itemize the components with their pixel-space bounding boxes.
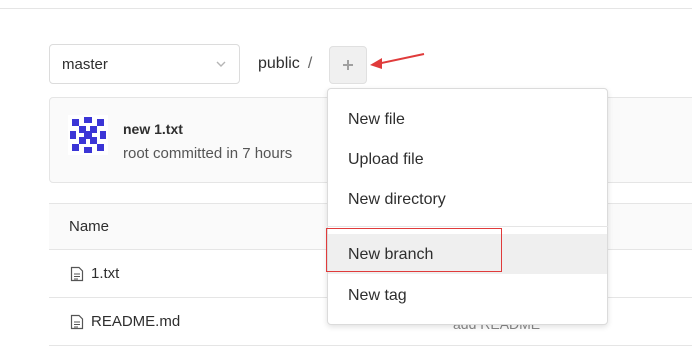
menu-divider — [327, 226, 608, 227]
column-header-name: Name — [69, 218, 110, 235]
breadcrumb-separator: / — [307, 55, 313, 72]
add-to-tree-button[interactable] — [329, 46, 367, 84]
breadcrumb: public / — [258, 55, 312, 73]
breadcrumb-item-public[interactable]: public — [258, 55, 300, 73]
menu-item-new-tag[interactable]: New tag — [348, 287, 407, 305]
annotation-arrow — [370, 53, 425, 69]
chevron-down-icon — [216, 61, 226, 67]
menu-item-new-directory[interactable]: New directory — [348, 191, 446, 209]
header-divider — [0, 8, 692, 9]
annotation-highlight-box — [326, 228, 502, 272]
file-icon — [70, 314, 84, 329]
plus-icon — [343, 60, 353, 70]
file-name: 1.txt — [91, 265, 120, 282]
file-link[interactable]: 1.txt — [70, 265, 119, 282]
avatar[interactable] — [68, 115, 108, 155]
commit-meta: root committed in 7 hours — [123, 145, 293, 162]
menu-item-upload-file[interactable]: Upload file — [348, 151, 424, 169]
branch-select[interactable]: master — [49, 44, 240, 84]
menu-item-new-file[interactable]: New file — [348, 111, 405, 129]
file-link[interactable]: README.md — [70, 313, 180, 330]
file-name: README.md — [91, 313, 181, 330]
commit-title[interactable]: new 1.txt — [123, 121, 183, 137]
file-icon — [70, 266, 84, 281]
branch-select-value: master — [62, 55, 108, 73]
